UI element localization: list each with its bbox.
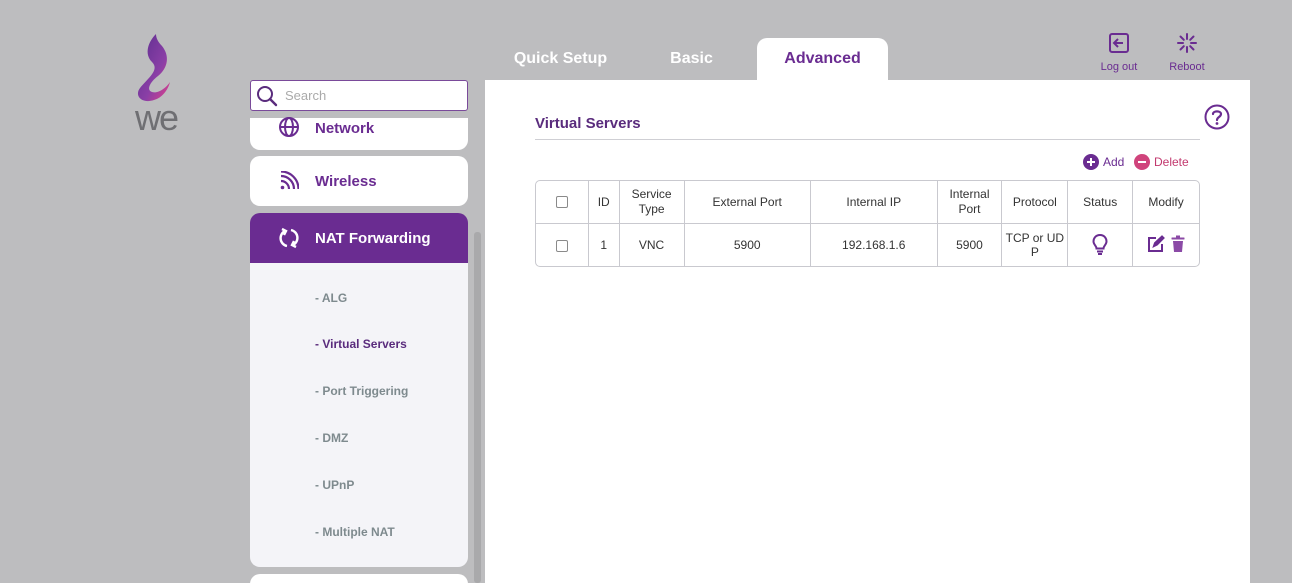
tab-basic[interactable]: Basic bbox=[626, 38, 757, 80]
column-header-external-port: External Port bbox=[684, 181, 811, 224]
cell-internal-port: 5900 bbox=[938, 224, 1003, 266]
cell-external-port: 5900 bbox=[685, 224, 811, 266]
search-box bbox=[250, 80, 468, 111]
nat-cycle-icon bbox=[276, 225, 302, 251]
wifi-icon bbox=[276, 168, 302, 194]
submenu-item-port-triggering[interactable]: - Port Triggering bbox=[315, 384, 408, 398]
sidebar-item-label: NAT Forwarding bbox=[315, 229, 431, 247]
tab-quick-setup[interactable]: Quick Setup bbox=[495, 38, 626, 80]
cell-service-type: VNC bbox=[620, 224, 685, 266]
select-all-cell bbox=[536, 181, 589, 224]
virtual-servers-table: ID Service Type External Port Internal I… bbox=[535, 180, 1200, 267]
column-header-service-type: Service Type bbox=[619, 181, 685, 224]
main-tabs: Quick Setup Basic Advanced bbox=[480, 38, 888, 80]
cell-internal-ip: 192.168.1.6 bbox=[811, 224, 938, 266]
sidebar-item-network[interactable]: Network bbox=[250, 117, 468, 150]
reboot-label: Reboot bbox=[1169, 61, 1205, 73]
column-header-modify: Modify bbox=[1133, 181, 1199, 224]
column-header-id: ID bbox=[588, 181, 620, 224]
tab-advanced[interactable]: Advanced bbox=[757, 38, 888, 80]
submenu-item-dmz[interactable]: - DMZ bbox=[315, 431, 348, 445]
reboot-icon bbox=[1176, 33, 1198, 58]
logout-button[interactable]: Log out bbox=[1089, 32, 1149, 73]
cell-modify bbox=[1133, 224, 1199, 266]
search-icon[interactable] bbox=[253, 82, 281, 110]
page-title: Virtual Servers bbox=[535, 115, 641, 132]
cell-id: 1 bbox=[589, 224, 620, 266]
delete-label: Delete bbox=[1154, 155, 1189, 169]
sidebar-item-wireless[interactable]: Wireless bbox=[250, 156, 468, 206]
help-icon[interactable] bbox=[1204, 104, 1230, 130]
submenu-item-virtual-servers[interactable]: - Virtual Servers bbox=[315, 337, 407, 351]
sidebar-item-nat-forwarding[interactable]: NAT Forwarding bbox=[250, 213, 468, 263]
main-panel: Virtual Servers Add Delete ID Service Ty… bbox=[485, 80, 1250, 583]
search-input[interactable] bbox=[285, 88, 455, 103]
sidebar-item-next[interactable] bbox=[250, 574, 468, 583]
reboot-button[interactable]: Reboot bbox=[1157, 32, 1217, 73]
plus-circle-icon bbox=[1083, 154, 1099, 170]
sidebar-item-label: Wireless bbox=[315, 172, 377, 190]
edit-icon[interactable] bbox=[1147, 234, 1165, 256]
logout-icon bbox=[1108, 33, 1130, 58]
cell-protocol: TCP or UDP bbox=[1002, 224, 1069, 266]
we-logo: we bbox=[118, 32, 194, 138]
cell-status bbox=[1068, 224, 1134, 266]
trash-icon[interactable] bbox=[1171, 235, 1185, 256]
logout-label: Log out bbox=[1100, 61, 1138, 73]
minus-circle-icon bbox=[1134, 154, 1150, 170]
column-header-internal-ip: Internal IP bbox=[810, 181, 938, 224]
add-label: Add bbox=[1103, 155, 1125, 169]
row-checkbox[interactable] bbox=[555, 239, 568, 252]
table-row: 1 VNC 5900 192.168.1.6 5900 TCP or UDP bbox=[536, 224, 1199, 266]
delete-button[interactable]: Delete bbox=[1134, 154, 1189, 170]
column-header-status: Status bbox=[1068, 181, 1134, 224]
add-button[interactable]: Add bbox=[1083, 154, 1124, 170]
nat-submenu: - ALG - Virtual Servers - Port Triggerin… bbox=[250, 263, 468, 567]
lightbulb-icon[interactable] bbox=[1092, 233, 1108, 258]
table-header-row: ID Service Type External Port Internal I… bbox=[536, 181, 1199, 224]
submenu-item-multiple-nat[interactable]: - Multiple NAT bbox=[315, 525, 395, 539]
column-header-internal-port: Internal Port bbox=[937, 181, 1003, 224]
select-all-checkbox[interactable] bbox=[555, 196, 568, 209]
modify-actions bbox=[1135, 234, 1197, 256]
row-select-cell bbox=[536, 224, 589, 266]
title-divider bbox=[535, 139, 1200, 140]
column-header-protocol: Protocol bbox=[1002, 181, 1069, 224]
svg-text:we: we bbox=[134, 97, 178, 134]
submenu-item-alg[interactable]: - ALG bbox=[315, 291, 347, 305]
sidebar-item-label: Network bbox=[315, 119, 375, 137]
submenu-item-upnp[interactable]: - UPnP bbox=[315, 478, 354, 492]
globe-icon bbox=[276, 114, 302, 140]
sidebar-scrollbar[interactable] bbox=[474, 232, 481, 583]
